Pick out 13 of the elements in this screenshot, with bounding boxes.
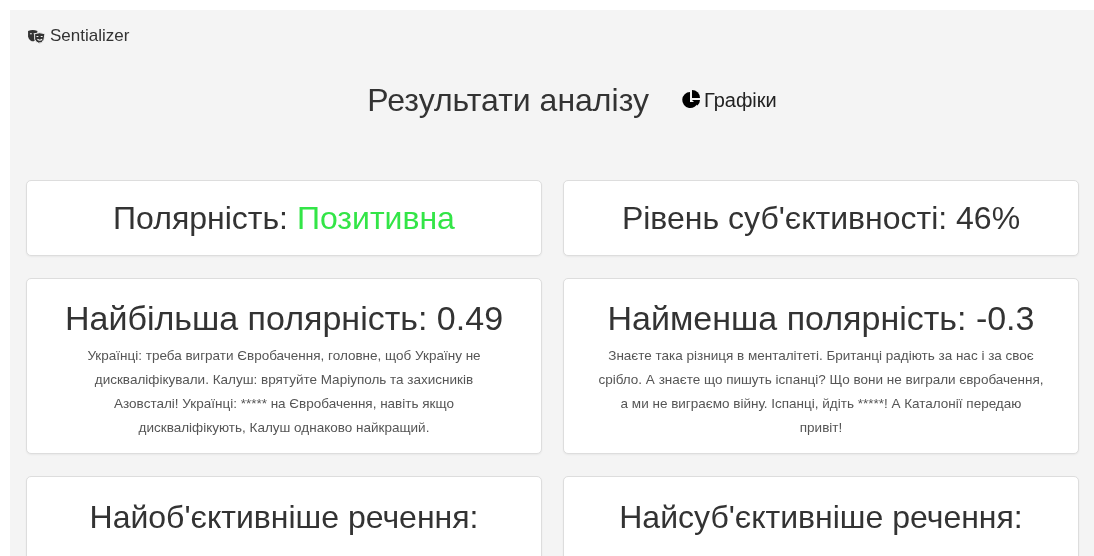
card-heading: Найбільша полярність: 0.49 xyxy=(64,299,504,338)
card-heading: Найсуб'єктивніше речення: xyxy=(619,499,1023,536)
charts-link[interactable]: Графіки xyxy=(680,88,777,112)
brand-logo[interactable]: Sentializer xyxy=(27,26,130,46)
card-heading: Полярність: Позитивна xyxy=(113,199,455,237)
sentence-text: Знаєте така різниця в менталітеті. Британці радіють за нас і за своє срібло. А знаєте що пишуть іспанці? Що вони не виграли євробачення, а ми не виграємо війну. Іспанці, йдіть *****! А Каталонії передаю привіт! xyxy=(598,347,1044,437)
card-heading: Найоб'єктивніше речення: xyxy=(89,499,479,536)
card-heading: Рівень суб'єктивності: 46% xyxy=(621,199,1021,237)
pie-chart-icon xyxy=(680,90,701,110)
theater-masks-icon xyxy=(27,28,46,44)
card-heading: Найменша полярність: -0.3 xyxy=(607,299,1035,338)
page-title: Результати аналізу xyxy=(367,81,649,119)
sentence-text: Українці: треба виграти Євробачення, головне, щоб Україну не дискваліфікували. Калуш: врятуйте Маріуполь та захисників Азовсталі! Українці: ***** на Євробачення, навіть якщо дискваліфікують, Калуш однаково найкращий. xyxy=(86,347,482,437)
